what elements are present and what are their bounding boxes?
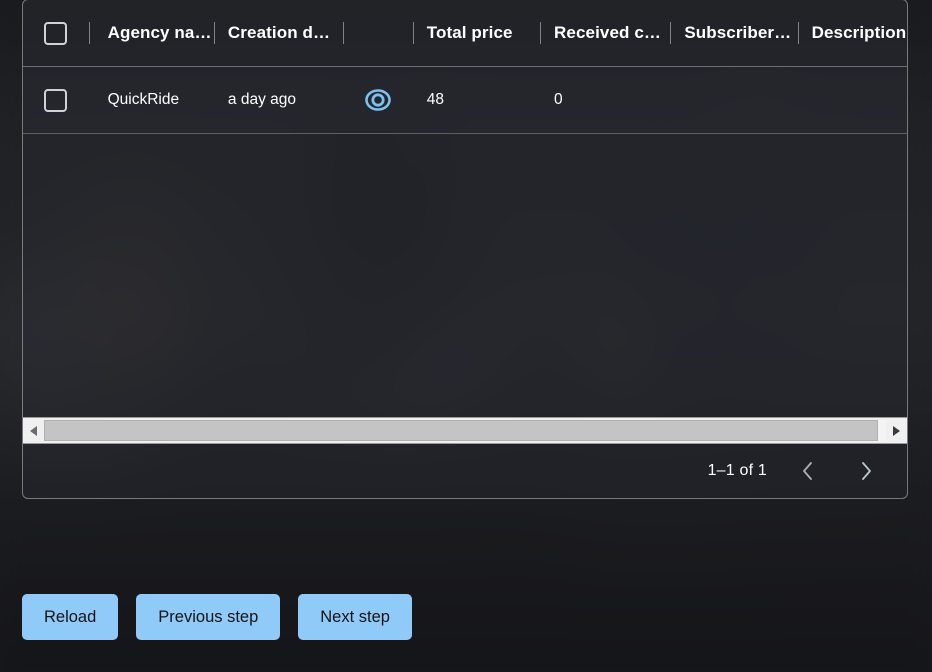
column-header-label: Subscriber…	[684, 23, 792, 42]
next-step-button[interactable]: Next step	[298, 594, 412, 640]
reload-button[interactable]: Reload	[22, 594, 119, 640]
cell-creation-date: a day ago	[214, 67, 343, 133]
previous-page-button[interactable]	[791, 454, 825, 488]
chevron-left-icon	[803, 462, 812, 480]
table-row[interactable]: QuickRide a day ago 48 0	[23, 67, 907, 134]
next-page-button[interactable]	[849, 454, 883, 488]
row-select-checkbox[interactable]	[44, 88, 68, 112]
cell-description	[798, 67, 907, 133]
cell-received-count: 0	[540, 67, 670, 133]
cell-subscribers	[670, 67, 797, 133]
action-button-bar: Reload Previous step Next step	[22, 594, 412, 640]
chevron-right-icon	[862, 462, 871, 480]
cell-agency-name: QuickRide	[89, 67, 214, 133]
row-select-cell	[23, 67, 89, 133]
table-scroll-area: Agency na… Creation d… Total price Recei…	[23, 0, 907, 413]
column-header-status-icon[interactable]	[343, 0, 413, 66]
cell-value: QuickRide	[107, 91, 180, 108]
header-select-all-cell	[23, 0, 89, 66]
column-header-label: Received c…	[554, 23, 661, 42]
select-all-checkbox[interactable]	[44, 21, 68, 45]
cell-total-price: 48	[413, 67, 540, 133]
cell-value: 0	[554, 91, 563, 108]
column-header-label: Total price	[426, 23, 513, 42]
pagination-range-label: 1–1 of 1	[707, 462, 767, 479]
scrollbar-track[interactable]	[44, 420, 886, 441]
column-header-creation-date[interactable]: Creation d…	[214, 0, 343, 66]
scroll-right-icon[interactable]	[886, 418, 907, 443]
column-header-label: Agency na…	[107, 23, 212, 42]
column-header-label: Creation d…	[227, 23, 331, 42]
column-header-subscribers[interactable]: Subscriber…	[670, 0, 797, 66]
cell-value: 48	[426, 91, 445, 108]
column-header-total-price[interactable]: Total price	[413, 0, 540, 66]
scroll-left-icon[interactable]	[23, 418, 44, 443]
target-circle-icon[interactable]	[363, 85, 393, 115]
cell-value: a day ago	[227, 91, 297, 108]
scrollbar-thumb[interactable]	[44, 420, 878, 441]
paginator: 1–1 of 1	[23, 444, 907, 498]
page-root: Agency na… Creation d… Total price Recei…	[0, 0, 932, 672]
data-table-card: Agency na… Creation d… Total price Recei…	[22, 0, 908, 499]
column-header-agency-name[interactable]: Agency na…	[89, 0, 214, 66]
column-header-description[interactable]: Description	[798, 0, 907, 66]
table-header-row: Agency na… Creation d… Total price Recei…	[23, 0, 907, 67]
previous-step-button[interactable]: Previous step	[136, 594, 281, 640]
horizontal-scrollbar[interactable]	[23, 417, 907, 444]
column-header-label: Description	[811, 23, 907, 42]
column-header-received-count[interactable]: Received c…	[540, 0, 670, 66]
cell-status-icon	[343, 67, 413, 133]
